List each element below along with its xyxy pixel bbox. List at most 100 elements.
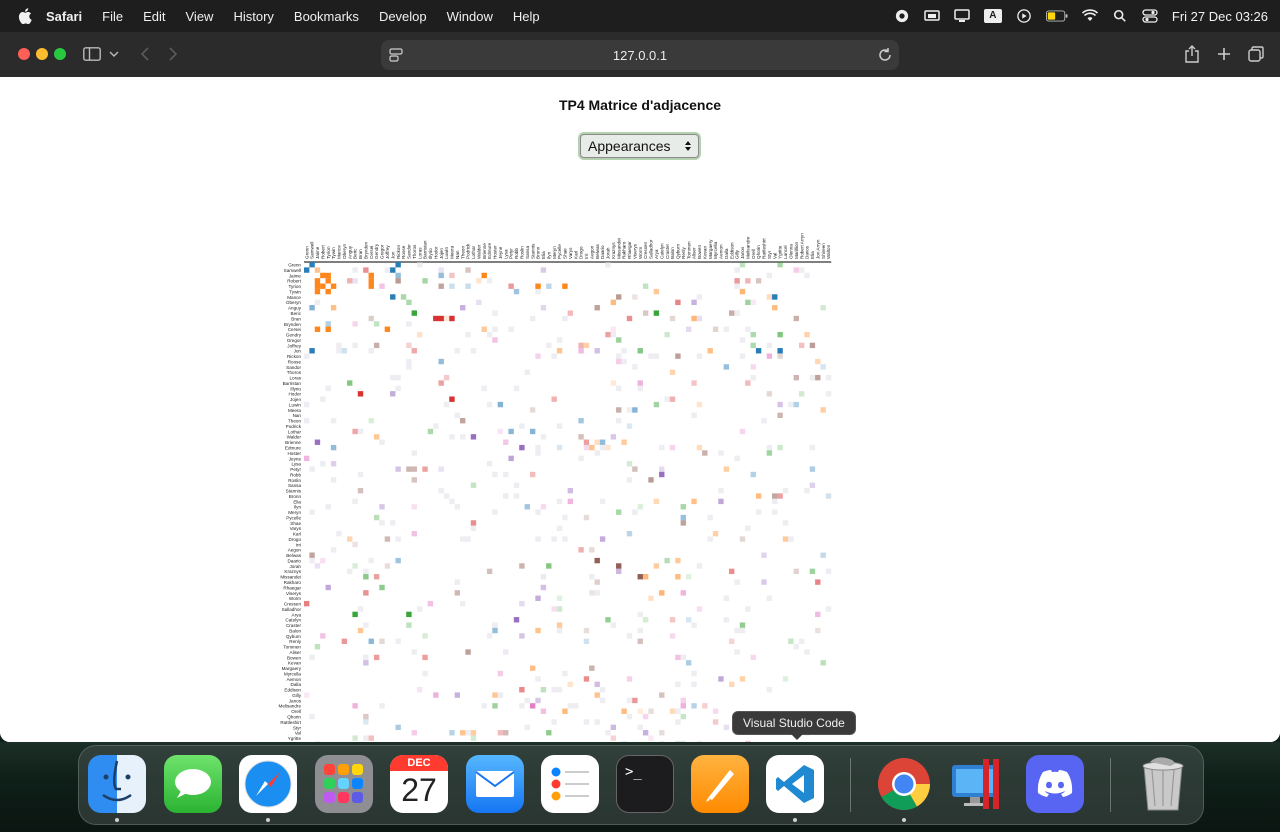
- matrix-cell[interactable]: [481, 385, 487, 392]
- matrix-cell[interactable]: [309, 654, 315, 661]
- matrix-cell[interactable]: [443, 493, 450, 499]
- matrix-cell[interactable]: [368, 348, 374, 354]
- matrix-cell[interactable]: [605, 730, 611, 736]
- matrix-cell[interactable]: [653, 498, 660, 505]
- matrix-cell[interactable]: [691, 622, 697, 628]
- matrix-cell[interactable]: [798, 391, 805, 397]
- matrix-cell[interactable]: [438, 272, 444, 279]
- matrix-cell[interactable]: [460, 418, 466, 424]
- matrix-cell[interactable]: [535, 444, 541, 451]
- matrix-cell[interactable]: [395, 385, 401, 392]
- matrix-cell[interactable]: [583, 342, 590, 349]
- matrix-cell[interactable]: [556, 337, 563, 343]
- matrix-cell-highlight[interactable]: [438, 315, 444, 322]
- matrix-cell[interactable]: [325, 504, 331, 510]
- matrix-cell[interactable]: [454, 692, 461, 698]
- matrix-cell[interactable]: [519, 563, 525, 569]
- matrix-cell[interactable]: [804, 272, 810, 279]
- control-center-icon[interactable]: [1142, 9, 1158, 23]
- matrix-cell[interactable]: [395, 272, 401, 279]
- matrix-cell[interactable]: [497, 428, 504, 435]
- matrix-cell[interactable]: [766, 444, 773, 451]
- matrix-cell[interactable]: [416, 606, 423, 612]
- matrix-cell[interactable]: [642, 617, 649, 623]
- matrix-cell[interactable]: [529, 315, 536, 322]
- matrix-cell[interactable]: [411, 504, 417, 510]
- matrix-cell[interactable]: [492, 627, 498, 634]
- matrix-cell[interactable]: [745, 278, 751, 284]
- matrix-cell[interactable]: [675, 654, 681, 661]
- matrix-cell[interactable]: [734, 283, 740, 289]
- matrix-cell[interactable]: [632, 509, 638, 515]
- matrix-cell-highlight[interactable]: [449, 315, 455, 322]
- matrix-cell[interactable]: [626, 477, 633, 483]
- matrix-cell[interactable]: [309, 305, 315, 311]
- matrix-cell[interactable]: [642, 713, 649, 720]
- menu-file[interactable]: File: [102, 9, 123, 24]
- matrix-cell[interactable]: [659, 590, 665, 596]
- matrix-cell[interactable]: [675, 353, 681, 359]
- matrix-cell[interactable]: [454, 579, 461, 585]
- matrix-cell[interactable]: [578, 547, 584, 553]
- matrix-cell[interactable]: [626, 531, 633, 537]
- matrix-cell[interactable]: [336, 342, 342, 349]
- matrix-cell[interactable]: [411, 730, 417, 736]
- matrix-cell[interactable]: [675, 574, 681, 580]
- matrix-cell[interactable]: [653, 401, 660, 408]
- matrix-cell[interactable]: [599, 498, 606, 505]
- matrix-cell[interactable]: [621, 708, 627, 714]
- matrix-cell[interactable]: [492, 310, 498, 316]
- matrix-cell[interactable]: [637, 380, 643, 386]
- matrix-cell[interactable]: [363, 622, 369, 628]
- matrix-cell[interactable]: [804, 331, 810, 338]
- matrix-cell[interactable]: [788, 536, 794, 542]
- matrix-cell[interactable]: [793, 374, 799, 381]
- matrix-cell[interactable]: [384, 267, 391, 273]
- matrix-cell[interactable]: [766, 353, 773, 359]
- matrix-cell[interactable]: [320, 557, 326, 564]
- matrix-cell[interactable]: [309, 552, 315, 558]
- matrix-cell[interactable]: [750, 374, 756, 381]
- matrix-cell[interactable]: [503, 439, 509, 445]
- matrix-cell[interactable]: [739, 353, 746, 359]
- matrix-cell[interactable]: [411, 450, 417, 456]
- matrix-cell[interactable]: [680, 703, 686, 709]
- matrix-cell[interactable]: [782, 536, 789, 542]
- matrix-cell[interactable]: [508, 326, 514, 332]
- matrix-cell-highlight[interactable]: [653, 310, 660, 316]
- matrix-cell-highlight[interactable]: [529, 703, 536, 709]
- matrix-cell[interactable]: [513, 493, 520, 499]
- matrix-cell[interactable]: [390, 391, 396, 397]
- matrix-cell[interactable]: [551, 687, 557, 693]
- matrix-cell[interactable]: [599, 697, 606, 704]
- matrix-cell-highlight[interactable]: [449, 396, 455, 402]
- matrix-cell[interactable]: [696, 315, 703, 322]
- matrix-cell[interactable]: [384, 536, 391, 542]
- matrix-cell[interactable]: [529, 665, 536, 671]
- matrix-cell-highlight[interactable]: [368, 283, 374, 289]
- matrix-cell[interactable]: [589, 665, 595, 671]
- matrix-cell[interactable]: [798, 342, 805, 349]
- matrix-cell[interactable]: [454, 590, 461, 596]
- matrix-cell[interactable]: [411, 466, 417, 472]
- matrix-cell[interactable]: [664, 396, 670, 402]
- matrix-cell[interactable]: [739, 337, 746, 343]
- matrix-cell[interactable]: [632, 466, 638, 472]
- matrix-cell[interactable]: [486, 278, 493, 284]
- matrix-cell[interactable]: [723, 617, 730, 623]
- record-icon[interactable]: [894, 9, 910, 23]
- matrix-cell[interactable]: [723, 595, 730, 601]
- matrix-cell[interactable]: [707, 536, 713, 542]
- safari-app-icon[interactable]: [239, 755, 297, 813]
- matrix-cell[interactable]: [551, 353, 557, 359]
- matrix-cell[interactable]: [454, 348, 461, 354]
- matrix-cell-highlight[interactable]: [314, 283, 321, 289]
- matrix-cell[interactable]: [486, 461, 493, 467]
- matrix-cell[interactable]: [519, 703, 525, 709]
- matrix-cell[interactable]: [411, 531, 417, 537]
- matrix-cell[interactable]: [363, 719, 369, 725]
- matrix-cell[interactable]: [734, 267, 740, 273]
- matrix-cell[interactable]: [583, 627, 590, 634]
- matrix-cell[interactable]: [761, 552, 767, 558]
- matrix-cell[interactable]: [691, 299, 697, 306]
